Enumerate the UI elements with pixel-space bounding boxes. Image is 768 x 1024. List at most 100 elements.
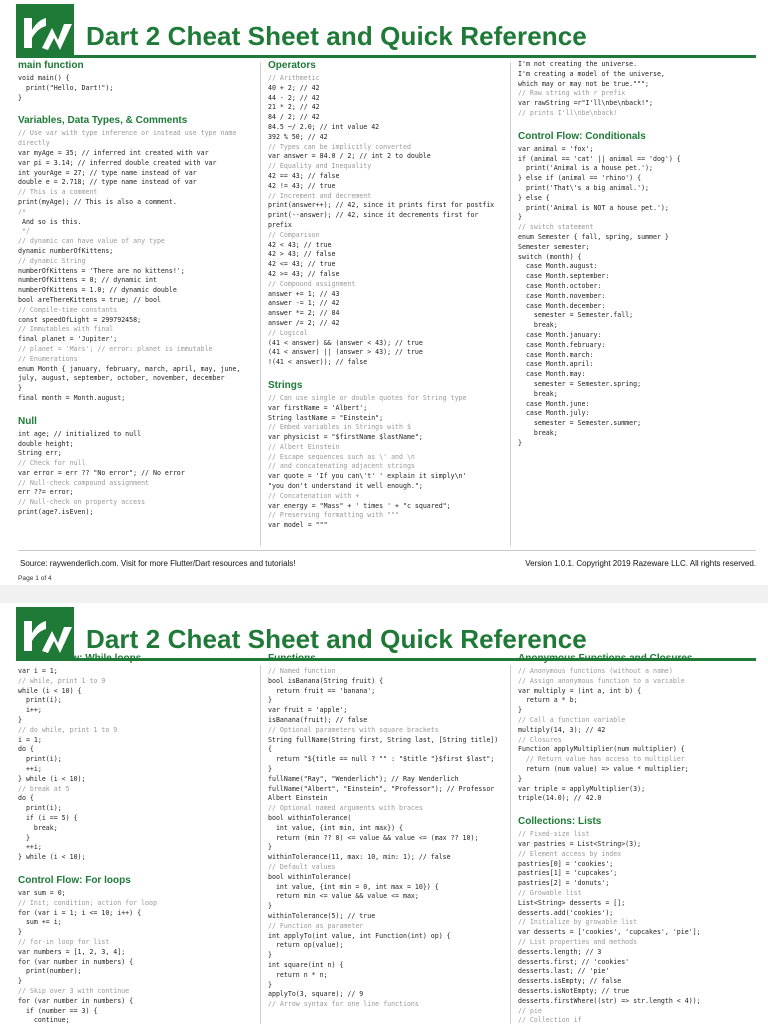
code-line: // Call a function variable [518,715,626,724]
code-line: var answer = 84.0 / 2; // int 2 to doubl… [268,152,431,161]
code-line: case Month.march: [518,350,594,359]
code-line: } [268,696,272,705]
code-line: desserts.isEmpty; // false [518,977,622,986]
code-line: do { [18,745,34,754]
code-line: case Month.october: [518,281,602,290]
code-line: which may or may not be true."""; [518,79,650,88]
code-line: 42 != 43; // true [268,181,336,190]
source-link-text[interactable]: Source: raywenderlich.com. Visit for mor… [20,559,296,568]
code-line: continue; [18,1016,70,1024]
code-line: // Increment and decrement [268,191,372,200]
code-line: "you don't understand it well enough."; [268,482,423,491]
code-block: // Anonymous functions (without a name) /… [518,667,756,804]
code-line: print(myAge); // This is also a comment. [18,197,177,206]
code-line: 42 > 43; // false [268,250,336,259]
code-block: int age; // initialized to null double he… [18,430,254,518]
code-line: desserts.firstWhere((str) => str.length … [518,996,701,1005]
code-line: void main() { [18,74,70,82]
code-line: // Default values [268,862,336,871]
code-line: case Month.june: [518,399,590,408]
code-line: print(i); [18,755,62,764]
code-line: desserts.isNotEmpty; // true [518,986,630,995]
code-line: sum += i; [18,918,62,927]
code-line: case Month.august: [518,262,598,271]
code-line: ++i; [18,843,42,852]
code-line: } while (i < 10); [18,774,86,783]
code-line: pastries[1] = 'cupcakes'; [518,869,618,878]
code-line: // Function as parameter [268,921,364,930]
code-line: break; [18,823,58,832]
column-divider [510,62,511,546]
code-line: // Element access by index [518,849,622,858]
code-line: var fruit = 'apple'; [268,706,348,715]
code-line: int value, {int min = 0, int max = 10}) … [268,882,439,891]
code-line: answer /= 2; // 42 [268,318,340,327]
column-3: I'm not creating the universe. I'm creati… [518,60,756,548]
code-line: 40 + 2; // 42 [268,83,320,92]
section-heading: main function [18,60,84,71]
code-line: const speedOfLight = 299792458; [18,315,142,324]
code-line: var energy = "Mass" + ' times ' + "c squ… [268,501,451,510]
code-line: print('That\'s a big animal.'); [518,183,650,192]
code-line: } [518,774,522,783]
code-line: // and concatenating adjacent strings [268,462,415,471]
column-2: Operators // Arithmetic 40 + 2; // 42 44 - … [268,60,502,548]
code-line: case Month.april: [518,360,594,369]
code-line: And so is this. [18,217,82,226]
code-line: // dynamic can have value of any type [18,237,165,246]
code-line: enum Month { january, february, march, a… [18,364,245,383]
section-heading: Operators [268,60,316,71]
code-line: // prints I'll\nbe\nback! [518,108,618,117]
code-line: int square(int n) { [268,960,344,969]
section-heading: Control Flow: While loops [18,653,142,664]
code-line: // Null-check compound assignment [18,478,150,487]
code-line: print(i); [18,804,62,813]
code-line: String err; [18,449,62,458]
code-line: } [18,93,22,102]
code-line: !(41 < answer)); // false [268,358,368,367]
code-line: return n * n; [268,970,328,979]
column-2: Functions // Named function bool isBanana(… [268,653,502,1024]
code-line: print('Animal is NOT a house pet.'); [518,203,669,212]
code-line: } while (i < 10); [18,853,86,862]
cheat-section: Variables, Data Types, & Comments // Use … [18,115,254,403]
code-line: // Use var with type inference or instea… [18,129,241,148]
code-line: // Fixed-size list [518,830,590,839]
code-line: } [18,384,22,393]
code-line: triple(14.0); // 42.0 [518,794,602,803]
code-line: for (var number in numbers) { [18,957,134,966]
code-line: I'm not creating the universe. [518,60,638,68]
code-block: var i = 1;// while, print 1 to 9 while (i… [18,667,254,863]
code-line: } [268,951,272,960]
page-title: Dart 2 Cheat Sheet and Quick Reference [86,624,587,654]
code-line: var firstName = 'Albert'; [268,403,368,412]
code-line: return (min ?? 0) <= value && value <= (… [268,833,479,842]
code-line: } else { [518,193,550,202]
code-line: // Collection if [518,1016,582,1024]
page-footer: Source: raywenderlich.com. Visit for mor… [18,550,756,570]
cheat-section: Functions // Named function bool isBanana(… [268,653,502,1010]
column-3: Anonymous Functions and Closures // Anony… [518,653,756,1024]
code-line: answer -= 1; // 42 [268,299,340,308]
code-line: // planet = 'Mars'; // error: planet is … [18,344,213,353]
code-line: break; [518,389,558,398]
code-line: // Return value has access to multiplier [518,755,685,764]
code-line: 42 < 43; // true [268,240,332,249]
code-line: String lastName = "Einstein"; [268,413,384,422]
code-block: var animal = 'fox'; if (animal == 'cat' |… [518,145,756,449]
code-line: String fullName(String first, String las… [268,735,502,754]
code-line: bool isBanana(String fruit) { [268,676,384,685]
razeware-logo-icon [16,4,74,56]
code-line: i = 1; [18,735,42,744]
code-line: } [18,833,30,842]
code-line: // Enumerations [18,354,78,363]
code-line: int age; // initialized to null [18,429,142,438]
code-line: i++; [18,706,42,715]
code-line: // Compound assignment [268,279,356,288]
code-line: 44 - 2; // 42 [268,93,320,102]
code-line: // Optional named arguments with braces [268,804,423,813]
code-line: isBanana(fruit); // false [268,715,368,724]
code-line: } [268,980,272,989]
code-line: for (var i = 1; i <= 10; i++) { [18,908,142,917]
code-block: void main() { print("Hello, Dart!");} [18,74,254,103]
